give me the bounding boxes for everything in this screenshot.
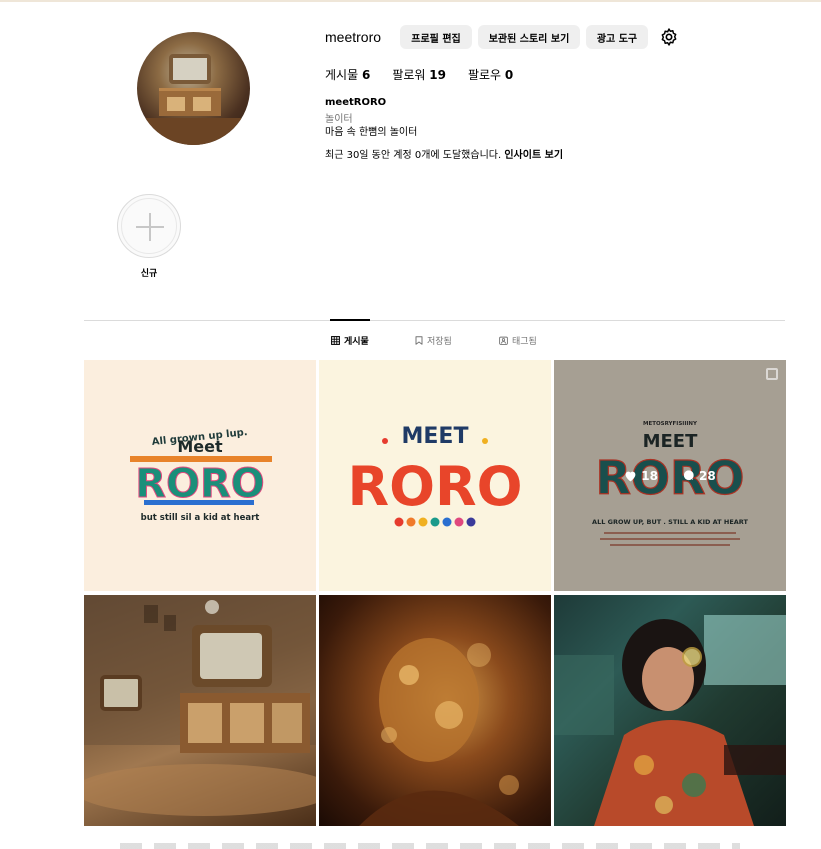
comments-stat: 28 (682, 469, 716, 483)
tabs-divider (84, 320, 785, 321)
ad-tools-button[interactable]: 광고 도구 (586, 25, 648, 49)
profile-avatar[interactable] (137, 32, 250, 145)
post-2-roro: RORO (348, 455, 523, 518)
top-border (0, 0, 821, 2)
tab-tagged[interactable]: 태그됨 (499, 334, 537, 347)
edit-profile-button[interactable]: 프로필 편집 (400, 25, 472, 49)
avatar-tv (169, 54, 211, 84)
post-2-dot (454, 517, 464, 527)
profile-bio: 마음 속 한뼘의 놀이터 (325, 127, 418, 138)
profile-username: meetroro (325, 29, 382, 45)
heart-icon (625, 471, 636, 481)
profile-stats: 게시물 6 팔로워 19 팔로우 0 (325, 66, 513, 83)
post-hover-overlay: 18 28 (554, 360, 786, 591)
post-2-dot (466, 517, 476, 527)
view-archive-button[interactable]: 보관된 스토리 보기 (478, 25, 580, 49)
post-5-photo (359, 638, 519, 826)
following-stat[interactable]: 팔로우 0 (468, 66, 513, 83)
profile-display-name: meetRORO (325, 97, 387, 108)
followers-count: 19 (429, 68, 446, 82)
post-thumbnail[interactable] (319, 595, 551, 826)
post-thumbnail[interactable] (554, 595, 786, 826)
post-2-dot (394, 517, 404, 527)
avatar-cabinet (159, 88, 221, 116)
likes-stat: 18 (624, 469, 658, 483)
post-2-meet: MEET (402, 424, 469, 449)
insights-link[interactable]: 인사이트 보기 (504, 150, 563, 161)
post-2-dot (482, 438, 488, 444)
post-1-underline (144, 500, 254, 505)
post-2-dot (430, 517, 440, 527)
highlight-label: 신규 (140, 269, 158, 279)
post-thumbnail[interactable]: METOSRYFISIIINY MEET RORO ALL GROW UP, B… (554, 360, 786, 591)
post-thumbnail[interactable] (84, 595, 316, 826)
post-2-dot (382, 438, 388, 444)
posts-count: 6 (361, 68, 371, 82)
post-4-photo (84, 595, 316, 816)
plus-icon (136, 213, 164, 241)
post-1-meet: Meet (177, 437, 223, 456)
following-stat-label: 팔로우 (467, 68, 502, 82)
posts-stat: 게시물 6 (325, 66, 370, 83)
post-2-dot (418, 517, 428, 527)
tab-posts[interactable]: 게시물 (331, 334, 369, 347)
post-thumbnail[interactable]: MEET RORO (319, 360, 551, 591)
post-thumbnail[interactable]: All grown up lup. Meet RORO but still si… (84, 360, 316, 591)
tab-saved-label: 저장됨 (427, 337, 452, 347)
tab-saved[interactable]: 저장됨 (415, 334, 452, 347)
tab-tagged-label: 태그됨 (512, 337, 537, 347)
gear-icon[interactable] (659, 27, 679, 47)
multi-post-icon (766, 368, 778, 380)
followers-stat-label: 팔로워 (392, 68, 426, 82)
post-6-photo (554, 615, 786, 826)
post-2-dot (442, 517, 452, 527)
likes-count: 18 (641, 468, 658, 483)
active-tab-indicator (330, 319, 370, 321)
tag-icon (499, 336, 508, 345)
following-count: 0 (504, 68, 514, 82)
followers-stat[interactable]: 팔로워 19 (392, 66, 446, 83)
new-highlight-button[interactable] (117, 194, 181, 258)
post-1-artwork: All grown up lup. Meet RORO but still si… (130, 427, 272, 523)
comment-icon (683, 470, 694, 481)
posts-stat-label: 게시물 (325, 68, 359, 82)
post-1-bottom-text: but still sil a kid at heart (141, 513, 260, 523)
post-2-dot (406, 517, 416, 527)
grid-icon (331, 336, 340, 345)
reach-text: 최근 30일 동안 계정 0개에 도달했습니다. (325, 150, 502, 161)
comments-count: 28 (699, 468, 716, 483)
post-2-artwork: MEET RORO (348, 424, 523, 527)
avatar-floor (137, 118, 250, 145)
footer-links (120, 843, 740, 849)
profile-reach: 최근 30일 동안 계정 0개에 도달했습니다. 인사이트 보기 (325, 146, 563, 161)
bookmark-icon (415, 336, 423, 345)
tab-posts-label: 게시물 (344, 337, 369, 347)
